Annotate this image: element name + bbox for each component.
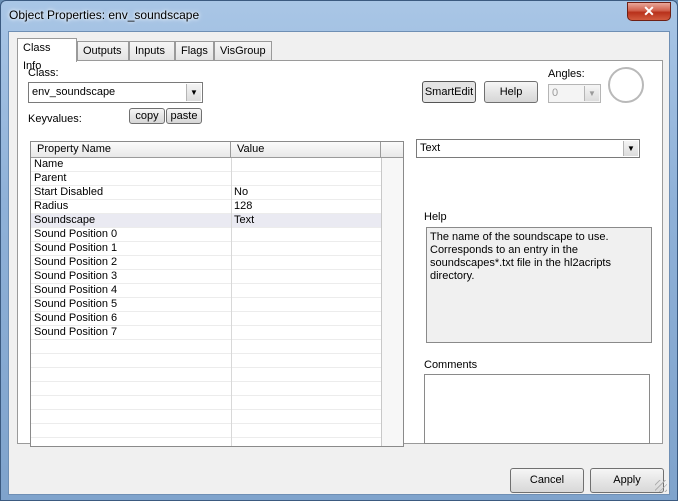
property-value-cell: 128 bbox=[234, 200, 253, 212]
empty-row bbox=[31, 424, 381, 438]
property-name-cell: Sound Position 0 bbox=[34, 228, 118, 240]
property-value-cell: No bbox=[234, 186, 249, 198]
help-text: The name of the soundscape to use. Corre… bbox=[430, 231, 611, 282]
apply-button-label: Apply bbox=[613, 474, 641, 486]
chevron-down-icon: ▼ bbox=[623, 141, 638, 156]
object-properties-window: Object Properties: env_soundscape ✕ Clas… bbox=[0, 0, 678, 501]
help-button-label: Help bbox=[499, 86, 523, 98]
column-divider bbox=[231, 158, 232, 446]
value-type-value: Text bbox=[420, 142, 441, 154]
property-name-cell: Sound Position 7 bbox=[34, 326, 118, 338]
column-header-value[interactable]: Value bbox=[231, 142, 381, 158]
property-name-cell: Sound Position 5 bbox=[34, 298, 118, 310]
property-name-cell: Sound Position 1 bbox=[34, 242, 118, 254]
table-row[interactable]: Sound Position 5 bbox=[31, 298, 381, 312]
apply-button[interactable]: Apply bbox=[590, 468, 664, 493]
chevron-down-icon: ▼ bbox=[186, 84, 201, 101]
tab-inputs[interactable]: Inputs bbox=[129, 41, 175, 61]
table-row[interactable]: Sound Position 2 bbox=[31, 256, 381, 270]
property-name-cell: Sound Position 3 bbox=[34, 270, 118, 282]
grid-scroll-area[interactable] bbox=[381, 158, 403, 446]
column-header-label: Property Name bbox=[37, 143, 111, 155]
comments-field[interactable] bbox=[424, 374, 650, 444]
property-name-cell: Sound Position 2 bbox=[34, 256, 118, 268]
property-name-cell: Parent bbox=[34, 172, 67, 184]
table-row[interactable]: Sound Position 3 bbox=[31, 270, 381, 284]
help-text-box: The name of the soundscape to use. Corre… bbox=[426, 227, 652, 343]
empty-row bbox=[31, 410, 381, 424]
smartedit-toggle[interactable]: SmartEdit bbox=[422, 81, 476, 103]
table-row[interactable]: Sound Position 0 bbox=[31, 228, 381, 242]
paste-button[interactable]: paste bbox=[166, 108, 202, 124]
value-type-select[interactable]: Text ▼ bbox=[416, 139, 640, 158]
table-row[interactable]: Start Disabled No bbox=[31, 186, 381, 200]
dialog-client: Class Info Outputs Inputs Flags VisGroup… bbox=[8, 31, 670, 495]
empty-row bbox=[31, 368, 381, 382]
property-name-cell: Name bbox=[34, 158, 64, 170]
tab-flags[interactable]: Flags bbox=[175, 41, 214, 61]
tab-label: Flags bbox=[181, 45, 208, 57]
property-name-cell: Sound Position 4 bbox=[34, 284, 118, 296]
property-name-cell: Start Disabled bbox=[34, 186, 104, 198]
class-select[interactable]: env_soundscape ▼ bbox=[28, 82, 203, 103]
empty-row bbox=[31, 340, 381, 354]
help-button[interactable]: Help bbox=[484, 81, 538, 103]
paste-button-label: paste bbox=[170, 110, 198, 122]
table-row[interactable]: Soundscape Text bbox=[31, 214, 381, 228]
cancel-button-label: Cancel bbox=[529, 474, 565, 486]
property-value-cell: Text bbox=[234, 214, 255, 226]
angles-label: Angles: bbox=[548, 68, 585, 80]
empty-row bbox=[31, 354, 381, 368]
property-name-cell: Radius bbox=[34, 200, 69, 212]
table-row[interactable]: Sound Position 1 bbox=[31, 242, 381, 256]
tab-label: Outputs bbox=[83, 45, 122, 57]
grid-header: Property Name Value bbox=[31, 142, 403, 158]
empty-row bbox=[31, 396, 381, 410]
empty-row bbox=[31, 382, 381, 396]
tab-class-info[interactable]: Class Info bbox=[17, 38, 77, 72]
title-bar[interactable]: Object Properties: env_soundscape ✕ bbox=[1, 1, 677, 31]
table-row[interactable]: Sound Position 7 bbox=[31, 326, 381, 340]
keyvalues-grid[interactable]: Property Name Value Name Parent Start Disa… bbox=[30, 141, 404, 447]
keyvalues-label: Keyvalues: bbox=[28, 113, 82, 125]
cancel-button[interactable]: Cancel bbox=[510, 468, 584, 493]
chevron-down-icon: ▼ bbox=[584, 86, 599, 101]
help-label: Help bbox=[424, 211, 447, 223]
class-select-value: env_soundscape bbox=[32, 86, 116, 98]
tab-label: Inputs bbox=[135, 45, 165, 57]
tab-visgroup[interactable]: VisGroup bbox=[214, 41, 272, 61]
column-header-label: Value bbox=[237, 143, 265, 155]
table-row[interactable]: Parent bbox=[31, 172, 381, 186]
resize-grip-icon[interactable] bbox=[655, 480, 667, 492]
angle-dial-icon[interactable] bbox=[608, 67, 644, 103]
copy-button[interactable]: copy bbox=[129, 108, 165, 124]
table-row[interactable]: Radius 128 bbox=[31, 200, 381, 214]
property-name-cell: Soundscape bbox=[34, 214, 96, 226]
grid-body: Name Parent Start Disabled No Radius 128 Sound… bbox=[31, 158, 403, 446]
close-button[interactable]: ✕ bbox=[627, 2, 671, 21]
table-row[interactable]: Sound Position 6 bbox=[31, 312, 381, 326]
angles-select[interactable]: 0 ▼ bbox=[548, 84, 601, 103]
copy-button-label: copy bbox=[135, 110, 159, 122]
tab-outputs[interactable]: Outputs bbox=[77, 41, 129, 61]
angles-select-value: 0 bbox=[552, 87, 559, 99]
comments-label: Comments bbox=[424, 359, 478, 371]
close-icon: ✕ bbox=[643, 3, 655, 19]
property-name-cell: Sound Position 6 bbox=[34, 312, 118, 324]
table-row[interactable]: Sound Position 4 bbox=[31, 284, 381, 298]
column-header-property-name[interactable]: Property Name bbox=[31, 142, 231, 158]
tab-label: VisGroup bbox=[220, 45, 266, 57]
smartedit-label: SmartEdit bbox=[424, 86, 474, 98]
window-title: Object Properties: env_soundscape bbox=[9, 8, 200, 22]
table-row[interactable]: Name bbox=[31, 158, 381, 172]
